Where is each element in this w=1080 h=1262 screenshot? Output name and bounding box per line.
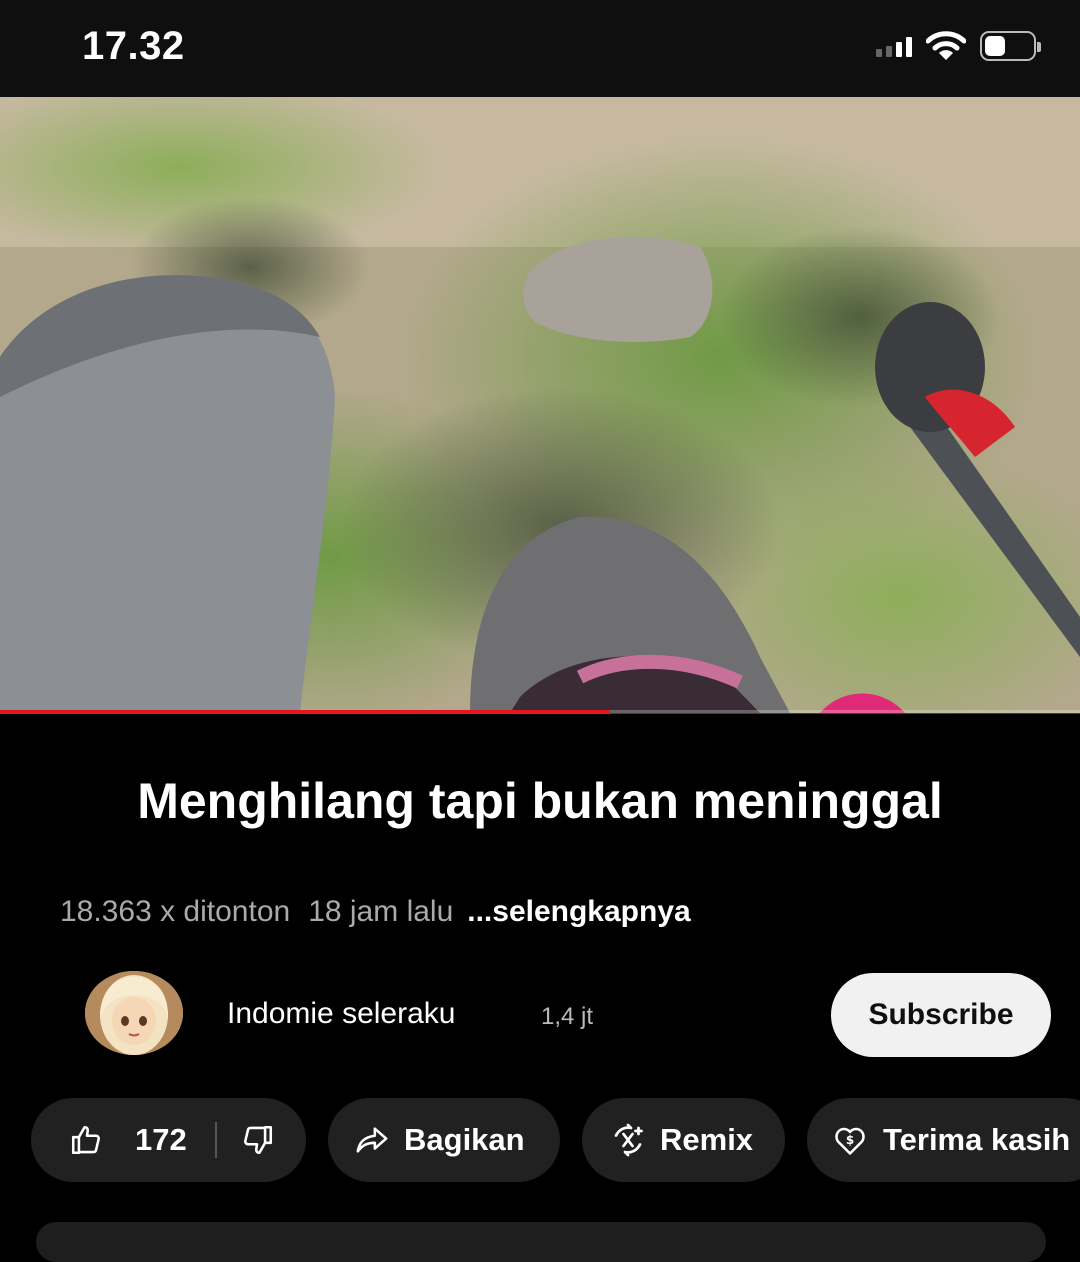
like-button[interactable]: 172 [31, 1122, 187, 1158]
thanks-icon: $ [835, 1127, 865, 1155]
svg-text:$: $ [846, 1133, 854, 1147]
video-player[interactable] [0, 97, 1080, 713]
signal-icon [876, 35, 912, 57]
status-time: 17.32 [82, 24, 185, 68]
like-dislike-group: 172 [31, 1098, 306, 1182]
channel-row: Indomie seleraku 1,4 jt Subscribe [0, 968, 1080, 1060]
upload-age: 18 jam lalu [308, 895, 454, 928]
remix-label: Remix [660, 1122, 754, 1157]
subscribe-button[interactable]: Subscribe [831, 973, 1051, 1057]
status-icons [876, 28, 1041, 64]
remix-button[interactable]: Remix [582, 1098, 785, 1182]
battery-level [985, 36, 1006, 56]
avatar[interactable] [85, 971, 183, 1055]
wifi-icon [926, 31, 966, 60]
thumbs-down-icon [243, 1125, 272, 1155]
video-meta[interactable]: 18.363 x ditonton 18 jam lalu ...selengkap… [60, 895, 691, 929]
like-count: 172 [135, 1122, 187, 1157]
dislike-button[interactable] [241, 1123, 275, 1157]
like-divider [214, 1122, 217, 1158]
video-title: Menghilang tapi bukan meninggal [137, 773, 943, 829]
thumbs-up-icon [71, 1125, 100, 1155]
thanks-button[interactable]: $ Terima kasih [807, 1098, 1080, 1182]
remix-icon [614, 1123, 643, 1157]
subscriber-count: 1,4 jt [541, 1003, 594, 1030]
video-frame [0, 97, 1080, 713]
action-bar: 172 Bagikan Remix $ Terima kasih [0, 1098, 1080, 1182]
thanks-label: Terima kasih [883, 1122, 1071, 1157]
view-count: 18.363 x ditonton [60, 895, 291, 928]
next-section-edge [36, 1222, 1046, 1262]
status-bar: 17.32 [0, 0, 1080, 97]
share-icon [356, 1127, 388, 1153]
video-progress-fill [0, 710, 611, 714]
channel-name[interactable]: Indomie seleraku [227, 997, 455, 1031]
share-button[interactable]: Bagikan [328, 1098, 560, 1182]
battery-icon [980, 31, 1041, 61]
share-label: Bagikan [404, 1122, 525, 1157]
video-progress-bar[interactable] [0, 710, 1080, 714]
show-more-link[interactable]: ...selengkapnya [467, 895, 690, 928]
